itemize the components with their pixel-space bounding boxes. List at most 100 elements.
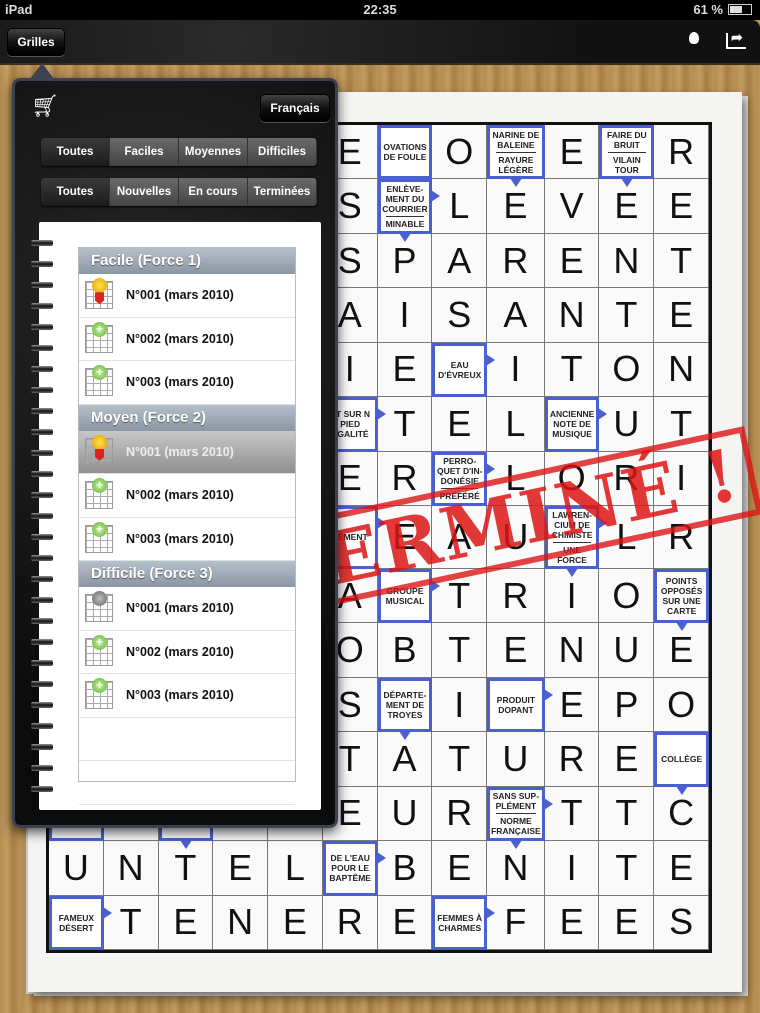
- letter-cell[interactable]: L: [268, 841, 323, 896]
- letter-cell[interactable]: B: [377, 623, 433, 678]
- letter-cell[interactable]: T: [599, 841, 655, 896]
- letter-cell[interactable]: A: [377, 732, 433, 787]
- letter-cell[interactable]: R: [654, 125, 709, 180]
- letter-cell[interactable]: E: [544, 125, 600, 180]
- letter-cell[interactable]: U: [487, 732, 545, 787]
- letter-cell[interactable]: U: [599, 397, 655, 452]
- letter-cell[interactable]: U: [49, 841, 104, 896]
- letter-cell[interactable]: O: [432, 125, 488, 180]
- letter-cell[interactable]: E: [432, 397, 488, 452]
- language-button[interactable]: Français: [260, 94, 330, 122]
- grid-list-item[interactable]: N°001 (mars 2010): [79, 587, 295, 631]
- filter-all-difficulty[interactable]: Toutes: [41, 138, 110, 166]
- letter-cell[interactable]: T: [599, 288, 655, 343]
- letter-cell[interactable]: B: [377, 841, 433, 896]
- letter-cell[interactable]: T: [432, 732, 488, 787]
- grid-list-item[interactable]: + N°003 (mars 2010): [79, 518, 295, 561]
- letter-cell[interactable]: S: [432, 288, 488, 343]
- clue-cell[interactable]: ANCIENNE NOTE DE MUSIQUE: [544, 397, 608, 452]
- filter-medium[interactable]: Moyennes: [179, 138, 248, 166]
- letter-cell[interactable]: E: [158, 895, 214, 950]
- letter-cell[interactable]: N: [487, 841, 545, 896]
- letter-cell[interactable]: E: [487, 623, 545, 678]
- letter-cell[interactable]: R: [544, 732, 600, 787]
- letter-cell[interactable]: P: [377, 233, 433, 289]
- grid-list-item[interactable]: + N°003 (mars 2010): [79, 674, 295, 718]
- clue-cell[interactable]: POINTS OPPOSÉS SUR UNE CARTE: [654, 568, 709, 632]
- letter-cell[interactable]: E: [599, 895, 655, 950]
- letter-cell[interactable]: L: [487, 397, 545, 452]
- clue-cell[interactable]: COLLÈGE: [654, 732, 709, 795]
- letter-cell[interactable]: N: [544, 288, 600, 343]
- grid-list-item[interactable]: + N°003 (mars 2010): [79, 361, 295, 405]
- letter-cell[interactable]: T: [432, 623, 488, 678]
- grid-list-item[interactable]: + N°002 (mars 2010): [79, 318, 295, 361]
- filter-finished[interactable]: Terminées: [248, 178, 317, 206]
- letter-cell[interactable]: R: [322, 895, 378, 950]
- letter-cell[interactable]: E: [544, 895, 600, 950]
- grid-list-item[interactable]: + N°002 (mars 2010): [79, 474, 295, 518]
- letter-cell[interactable]: N: [213, 895, 269, 950]
- letter-cell[interactable]: U: [599, 623, 655, 678]
- letter-cell[interactable]: I: [432, 677, 488, 733]
- clue-cell[interactable]: FAMEUX DÉSERT: [49, 895, 112, 950]
- letter-cell[interactable]: I: [544, 568, 600, 624]
- clue-cell[interactable]: FAIRE DU BRUIT VILAIN TOUR: [599, 125, 655, 188]
- letter-cell[interactable]: L: [432, 179, 488, 234]
- letter-cell[interactable]: E: [213, 841, 269, 896]
- clue-cell[interactable]: FEMMES À CHARMES: [432, 895, 496, 950]
- letter-cell[interactable]: N: [103, 841, 159, 896]
- clue-cell[interactable]: SANS SUP-PLÉMENT NORME FRANÇAISE: [487, 786, 553, 850]
- letter-cell[interactable]: N: [599, 233, 655, 289]
- letter-cell[interactable]: T: [544, 786, 600, 842]
- grid-list-item[interactable]: N°001 (mars 2010): [79, 430, 295, 474]
- letter-cell[interactable]: E: [544, 677, 600, 733]
- clue-cell[interactable]: OVATIONS DE FOULE: [377, 125, 433, 180]
- letter-cell[interactable]: F: [487, 895, 545, 950]
- letter-cell[interactable]: O: [654, 677, 709, 733]
- clue-cell[interactable]: PRODUIT DOPANT: [487, 677, 553, 733]
- letter-cell[interactable]: S: [654, 895, 709, 950]
- letter-cell[interactable]: N: [654, 342, 709, 398]
- filter-new[interactable]: Nouvelles: [110, 178, 179, 206]
- letter-cell[interactable]: N: [544, 623, 600, 678]
- letter-cell[interactable]: E: [377, 895, 433, 950]
- letter-cell[interactable]: T: [544, 342, 600, 398]
- letter-cell[interactable]: T: [377, 397, 433, 452]
- grid-list[interactable]: Facile (Force 1) N°001 (mars 2010) + N°002 …: [78, 247, 296, 805]
- letter-cell[interactable]: R: [432, 786, 488, 842]
- letter-cell[interactable]: E: [654, 841, 709, 896]
- letter-cell[interactable]: E: [654, 179, 709, 234]
- lightbulb-icon[interactable]: [689, 32, 699, 44]
- letter-cell[interactable]: O: [599, 568, 655, 624]
- clue-cell[interactable]: EAU D'ÉVREUX: [432, 342, 496, 398]
- letter-cell[interactable]: T: [158, 841, 214, 896]
- grids-button[interactable]: Grilles: [7, 28, 65, 56]
- letter-cell[interactable]: I: [544, 841, 600, 896]
- letter-cell[interactable]: A: [432, 233, 488, 289]
- letter-cell[interactable]: O: [599, 342, 655, 398]
- letter-cell[interactable]: E: [544, 233, 600, 289]
- grid-list-item[interactable]: N°001 (mars 2010): [79, 274, 295, 318]
- letter-cell[interactable]: I: [487, 342, 545, 398]
- grid-list-item[interactable]: + N°002 (mars 2010): [79, 631, 295, 674]
- letter-cell[interactable]: V: [544, 179, 600, 234]
- letter-cell[interactable]: A: [487, 288, 545, 343]
- letter-cell[interactable]: R: [487, 568, 545, 624]
- filter-easy[interactable]: Faciles: [110, 138, 179, 166]
- letter-cell[interactable]: E: [599, 179, 655, 234]
- letter-cell[interactable]: E: [654, 623, 709, 678]
- letter-cell[interactable]: E: [377, 342, 433, 398]
- clue-cell[interactable]: NARINE DE BALEINE RAYURE LÉGÈRE: [487, 125, 545, 188]
- letter-cell[interactable]: E: [599, 732, 655, 787]
- letter-cell[interactable]: E: [432, 841, 488, 896]
- filter-in-progress[interactable]: En cours: [179, 178, 248, 206]
- cart-icon[interactable]: 🛒︎: [31, 93, 59, 119]
- filter-hard[interactable]: Difficiles: [248, 138, 317, 166]
- letter-cell[interactable]: E: [268, 895, 323, 950]
- clue-cell[interactable]: DE L'EAU POUR LE BAPTÊME: [322, 841, 386, 896]
- letter-cell[interactable]: U: [377, 786, 433, 842]
- clue-cell[interactable]: ENLÈVE-MENT DU COURRIER MINABLE: [377, 179, 441, 242]
- letter-cell[interactable]: C: [654, 786, 709, 842]
- letter-cell[interactable]: I: [377, 288, 433, 343]
